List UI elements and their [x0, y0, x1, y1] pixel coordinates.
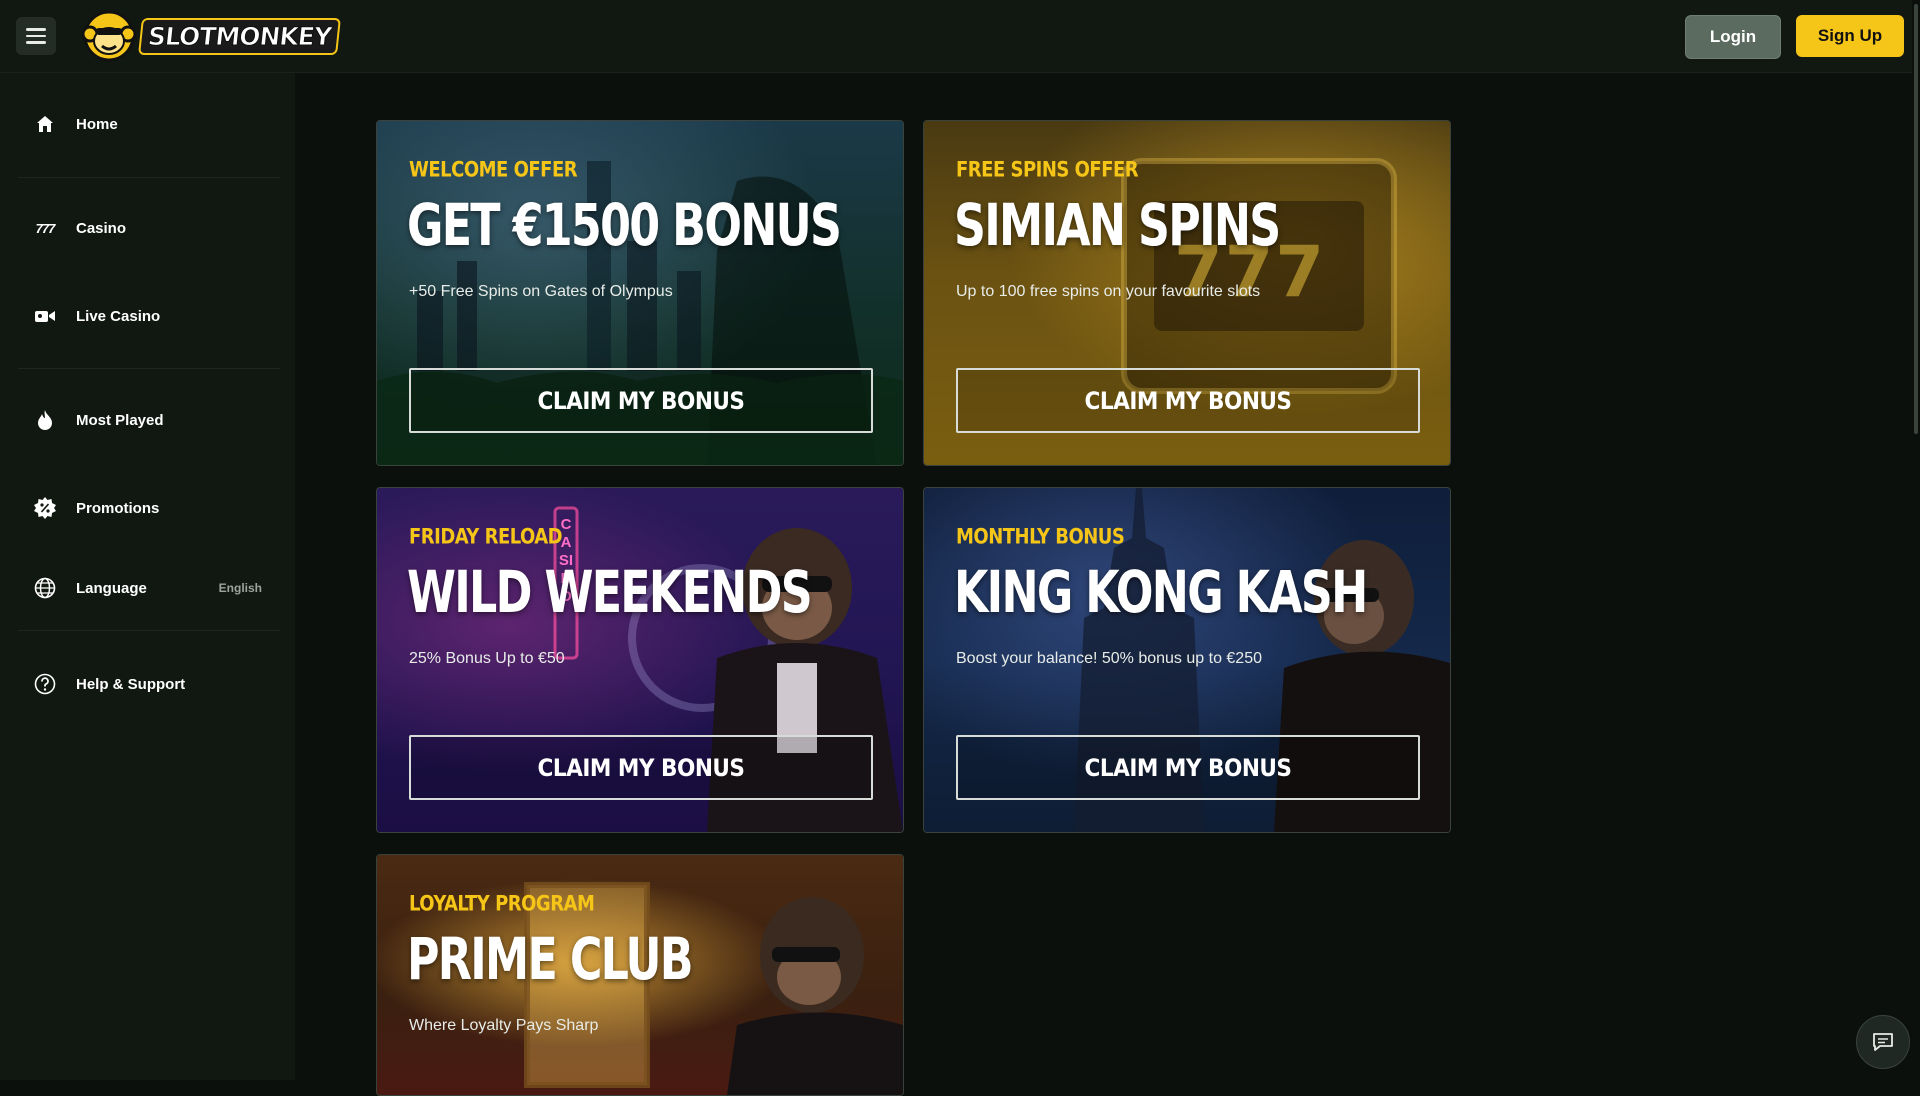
claim-bonus-button[interactable]: CLAIM MY BONUS: [409, 735, 873, 800]
sidebar-item-live-casino[interactable]: Live Casino: [18, 286, 280, 346]
sidebar-item-label: Live Casino: [76, 307, 161, 325]
divider: [18, 630, 280, 631]
promo-title: GET €1500 BONUS: [407, 191, 842, 259]
promo-title: WILD WEEKENDS: [407, 558, 813, 626]
sidebar-item-label: Home: [76, 115, 118, 133]
promo-kicker: FRIDAY RELOAD: [409, 523, 563, 549]
sidebar-item-promotions[interactable]: Promotions: [18, 478, 280, 538]
menu-line-icon: [26, 34, 46, 38]
promo-card-friday-reload[interactable]: CASINO FRIDAY RELOAD WILD WEEKENDS 25% B…: [376, 487, 904, 833]
sidebar: Home 777 Casino Live Casino Most Played …: [0, 73, 295, 1080]
chat-icon: [1873, 1033, 1893, 1051]
claim-bonus-button[interactable]: CLAIM MY BONUS: [409, 368, 873, 433]
sidebar-item-most-played[interactable]: Most Played: [18, 390, 280, 450]
sidebar-item-casino[interactable]: 777 Casino: [18, 198, 280, 258]
promo-card-monthly-bonus[interactable]: MONTHLY BONUS KING KONG KASH Boost your …: [923, 487, 1451, 833]
logo-wordmark: SLOTMONKEY: [138, 17, 341, 55]
badge-percent-icon: [32, 495, 58, 521]
help-circle-icon: [32, 671, 58, 697]
sidebar-item-label: Casino: [76, 219, 127, 237]
slots-777-glyph: 777: [35, 220, 56, 236]
sidebar-item-label: Most Played: [76, 411, 164, 429]
flame-icon: [32, 407, 58, 433]
promo-kicker: FREE SPINS OFFER: [956, 156, 1139, 182]
menu-line-icon: [26, 41, 46, 44]
promo-title: PRIME CLUB: [407, 925, 694, 993]
hamburger-menu-button[interactable]: [16, 17, 56, 55]
divider: [18, 177, 280, 178]
promo-title: SIMIAN SPINS: [954, 191, 1281, 259]
divider: [18, 368, 280, 369]
promo-subtitle: Where Loyalty Pays Sharp: [409, 1017, 599, 1034]
promo-kicker: MONTHLY BONUS: [956, 523, 1125, 549]
signup-button[interactable]: Sign Up: [1796, 15, 1904, 57]
promo-subtitle: Boost your balance! 50% bonus up to €250: [956, 650, 1262, 667]
promo-kicker: LOYALTY PROGRAM: [409, 890, 595, 916]
menu-line-icon: [26, 28, 46, 31]
sidebar-item-label: Language: [76, 579, 147, 597]
video-camera-icon: [32, 303, 58, 329]
login-button[interactable]: Login: [1685, 15, 1781, 59]
site-logo[interactable]: SLOTMONKEY: [82, 8, 341, 64]
promo-kicker: WELCOME OFFER: [409, 156, 578, 182]
monkey-logo-icon: [82, 10, 136, 62]
promo-card-welcome-offer[interactable]: WELCOME OFFER GET €1500 BONUS +50 Free S…: [376, 120, 904, 466]
promo-subtitle: 25% Bonus Up to €50: [409, 650, 565, 667]
slots-777-icon: 777: [32, 215, 58, 241]
sidebar-item-home[interactable]: Home: [18, 94, 280, 154]
sidebar-item-language[interactable]: Language English: [18, 558, 280, 618]
promo-title: KING KONG KASH: [954, 558, 1368, 626]
live-chat-button[interactable]: [1856, 1015, 1910, 1069]
claim-bonus-button[interactable]: CLAIM MY BONUS: [956, 735, 1420, 800]
sidebar-item-label: Help & Support: [76, 675, 186, 693]
promo-card-free-spins-offer[interactable]: 777 FREE SPINS OFFER SIMIAN SPINS Up to …: [923, 120, 1451, 466]
promo-subtitle: Up to 100 free spins on your favourite s…: [956, 283, 1261, 300]
claim-bonus-button[interactable]: CLAIM MY BONUS: [956, 368, 1420, 433]
globe-icon: [32, 575, 58, 601]
language-value: English: [218, 581, 262, 595]
scrollbar-thumb[interactable]: [1914, 4, 1918, 434]
top-bar: SLOTMONKEY Login Sign Up: [0, 0, 1920, 73]
promo-card-loyalty-program[interactable]: LOYALTY PROGRAM PRIME CLUB Where Loyalty…: [376, 854, 904, 1096]
sidebar-item-help-support[interactable]: Help & Support: [18, 654, 280, 714]
promo-subtitle: +50 Free Spins on Gates of Olympus: [409, 283, 673, 300]
sidebar-item-label: Promotions: [76, 499, 160, 517]
home-icon: [32, 111, 58, 137]
